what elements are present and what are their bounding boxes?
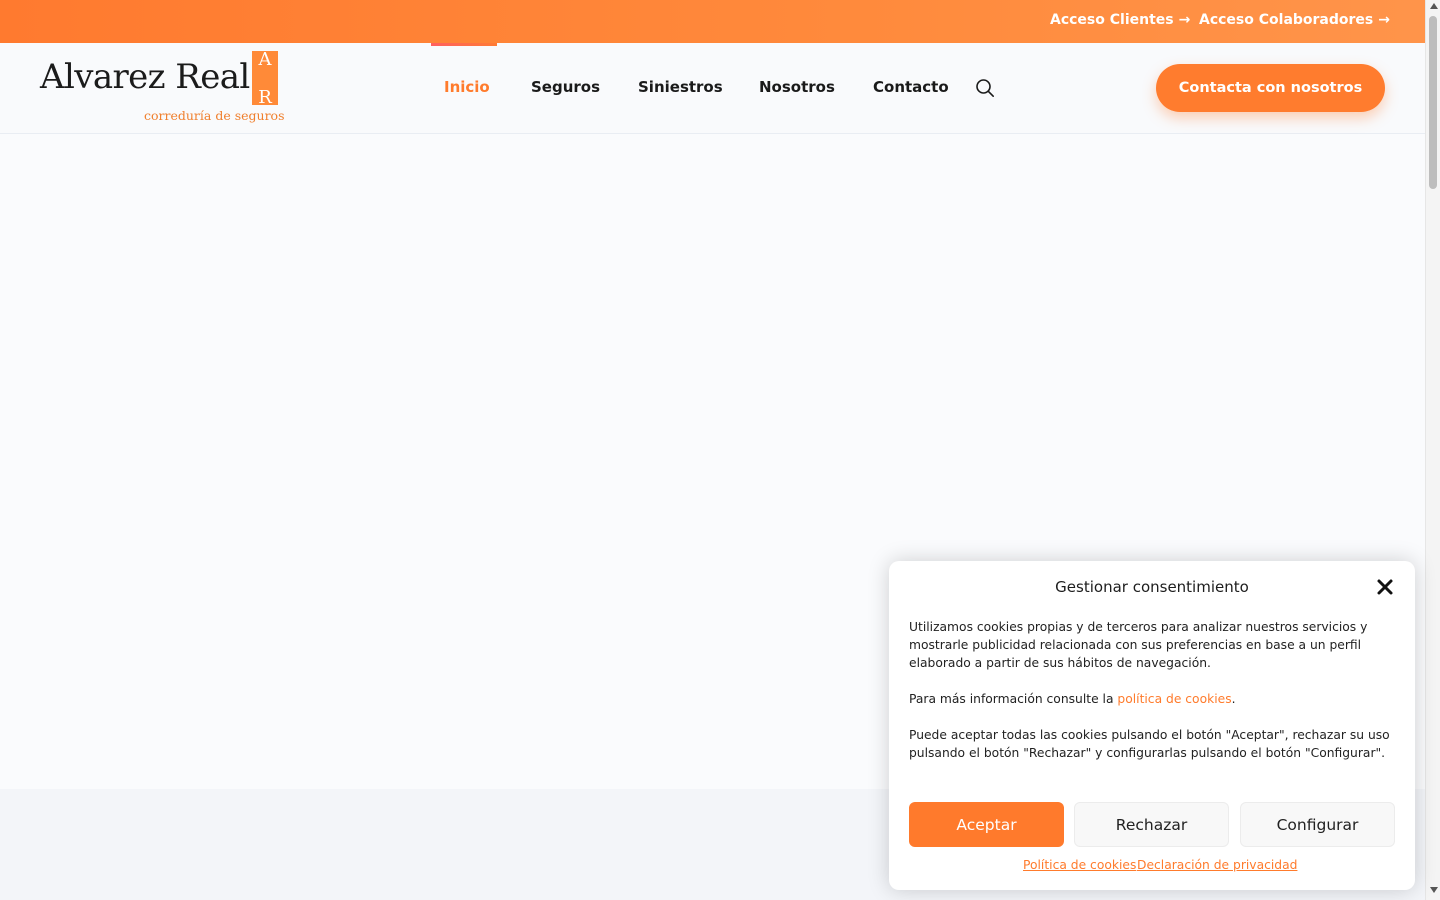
arrow-right-icon: → bbox=[1178, 12, 1191, 28]
arrow-right-icon: → bbox=[1378, 12, 1390, 28]
active-nav-indicator bbox=[431, 43, 497, 46]
partner-access-label: Acceso Colaboradores bbox=[1199, 12, 1374, 28]
nav-item-inicio[interactable]: Inicio bbox=[444, 78, 490, 96]
cookie-more-info-suffix: . bbox=[1231, 692, 1236, 706]
logo-tagline: correduría de seguros bbox=[144, 108, 285, 123]
logo[interactable]: Alvarez Real A R correduría de seguros bbox=[40, 48, 285, 128]
nav-item-seguros[interactable]: Seguros bbox=[531, 78, 600, 96]
cookie-policy-inline-link[interactable]: política de cookies bbox=[1117, 692, 1231, 706]
logo-mark: A R bbox=[252, 49, 278, 108]
nav-item-contacto[interactable]: Contacto bbox=[873, 78, 949, 96]
cookie-more-info-prefix: Para más información consulte la bbox=[909, 692, 1118, 706]
close-icon[interactable] bbox=[1375, 577, 1395, 597]
contact-us-button[interactable]: Contacta con nosotros bbox=[1156, 64, 1385, 112]
nav-item-nosotros[interactable]: Nosotros bbox=[759, 78, 835, 96]
client-access-label: Acceso Clientes bbox=[1050, 12, 1174, 28]
scroll-up-arrow-icon[interactable] bbox=[1430, 3, 1438, 9]
top-bar: Acceso Clientes → Acceso Colaboradores → bbox=[0, 0, 1425, 43]
logo-letter-a: A bbox=[258, 49, 272, 70]
partner-access-link[interactable]: Acceso Colaboradores → bbox=[1199, 12, 1390, 28]
cookie-policy-link[interactable]: Política de cookies bbox=[1023, 858, 1136, 872]
cookie-more-info: Para más información consulte la polític… bbox=[909, 690, 1393, 708]
search-icon[interactable] bbox=[975, 78, 995, 98]
configure-button[interactable]: Configurar bbox=[1240, 802, 1395, 847]
cookie-instructions: Puede aceptar todas las cookies pulsando… bbox=[909, 728, 1390, 760]
cookie-consent-dialog: Gestionar consentimiento Utilizamos cook… bbox=[889, 561, 1415, 890]
page-scrollbar[interactable] bbox=[1425, 0, 1440, 900]
scrollbar-thumb[interactable] bbox=[1429, 16, 1437, 189]
accept-button[interactable]: Aceptar bbox=[909, 802, 1064, 847]
client-access-link[interactable]: Acceso Clientes → bbox=[1050, 12, 1190, 28]
cookie-dialog-title: Gestionar consentimiento bbox=[1055, 578, 1249, 596]
nav-item-siniestros[interactable]: Siniestros bbox=[638, 78, 723, 96]
scroll-down-arrow-icon[interactable] bbox=[1430, 887, 1438, 893]
reject-button[interactable]: Rechazar bbox=[1074, 802, 1229, 847]
privacy-statement-link[interactable]: Declaración de privacidad bbox=[1137, 858, 1297, 872]
logo-name: Alvarez Real bbox=[40, 57, 250, 97]
logo-letter-r: R bbox=[258, 87, 272, 108]
cookie-description: Utilizamos cookies propias y de terceros… bbox=[909, 620, 1368, 670]
